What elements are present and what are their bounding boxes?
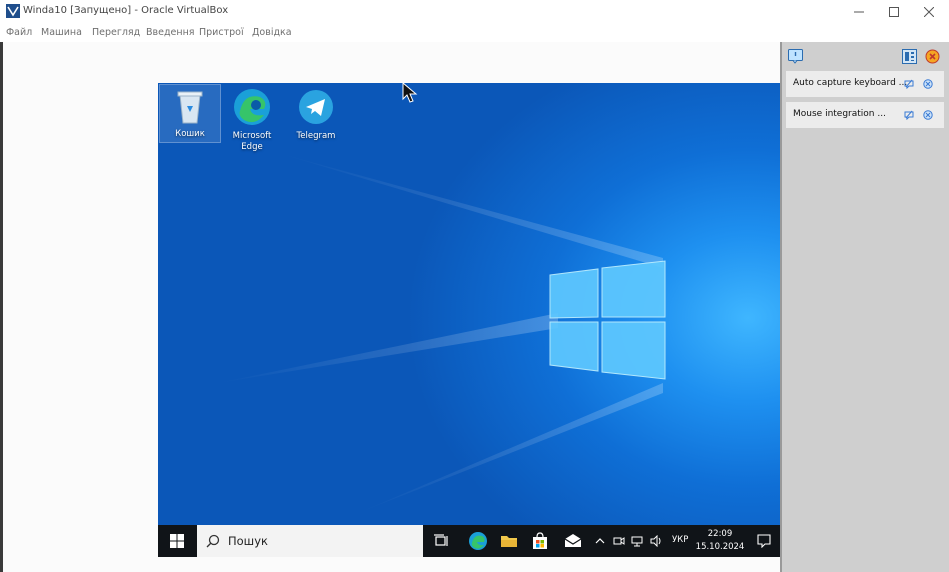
minimize-button[interactable] [841,0,877,24]
close-all-icon[interactable] [925,49,940,64]
taskbar-edge-icon[interactable] [468,531,488,551]
title-bar: Winda10 [Запущено] - Oracle VirtualBox [0,0,949,24]
do-not-show-again-icon[interactable] [904,110,914,120]
volume-icon[interactable] [650,535,663,547]
desktop-icon-label: Кошик [175,129,205,139]
clock-date: 15.10.2024 [695,542,745,552]
desktop-icon-recycle-bin[interactable]: Кошик [159,84,221,143]
menu-devices[interactable]: Пристрої [199,27,244,38]
desktop-icon-telegram[interactable]: Telegram [286,87,346,142]
dismiss-notification-icon[interactable] [923,79,933,89]
menu-help[interactable]: Довідка [252,27,292,38]
taskbar: Пошук УКР 22:09 15.10.2024 [158,525,780,557]
minimize-icon [854,11,864,13]
mouse-cursor-icon [402,82,418,103]
notification-text: Auto capture keyboard ... [793,78,908,88]
maximize-button[interactable] [876,0,912,24]
maximize-icon [889,7,899,17]
do-not-show-again-icon[interactable] [904,79,914,89]
network-icon[interactable] [631,535,643,547]
menu-file[interactable]: Файл [6,27,32,38]
notification-item[interactable]: Auto capture keyboard ... [786,71,944,97]
dismiss-notification-icon[interactable] [923,110,933,120]
mail-icon[interactable] [563,531,583,551]
close-icon [924,7,934,17]
desktop-icon-label: Microsoft Edge [232,131,272,152]
edge-icon [234,89,270,125]
taskbar-clock[interactable]: 22:09 15.10.2024 [695,528,745,554]
notification-text: Mouse integration ... [793,109,886,119]
meet-now-icon[interactable] [613,535,625,547]
desktop-icon-label: Telegram [296,131,336,141]
file-explorer-icon[interactable] [499,531,519,551]
chevron-up-icon[interactable] [595,536,605,546]
notification-center-panel: Auto capture keyboard ... Mouse integrat… [780,42,949,572]
telegram-icon [299,90,333,124]
desktop-icon-edge[interactable]: Microsoft Edge [222,87,282,153]
store-icon[interactable] [530,531,550,551]
taskbar-search-box[interactable]: Пошук [197,525,423,557]
recycle-bin-icon [177,91,203,124]
search-placeholder: Пошук [228,534,268,548]
menu-view[interactable]: Перегляд [92,27,140,38]
menu-bar: Файл Машина Перегляд Введення Пристрої Д… [0,24,949,42]
toggle-sticky-icon[interactable] [902,49,917,64]
start-button[interactable] [158,525,196,557]
search-icon [206,534,220,548]
notification-center-icon[interactable] [757,534,771,548]
clock-time: 22:09 [707,529,733,539]
notification-icon[interactable] [788,49,803,64]
menu-machine[interactable]: Машина [41,27,82,38]
wallpaper-rays [218,153,666,513]
close-button[interactable] [911,0,947,24]
language-indicator[interactable]: УКР [672,535,688,545]
menu-input[interactable]: Введення [146,27,195,38]
guest-desktop[interactable]: Кошик Microsoft Edge Telegram Пошук УКР … [158,83,780,557]
windows-logo-icon [170,534,184,548]
notification-item[interactable]: Mouse integration ... [786,102,944,128]
window-title: Winda10 [Запущено] - Oracle VirtualBox [23,5,229,16]
task-view-icon[interactable] [432,531,452,551]
virtualbox-app-icon [6,4,20,18]
